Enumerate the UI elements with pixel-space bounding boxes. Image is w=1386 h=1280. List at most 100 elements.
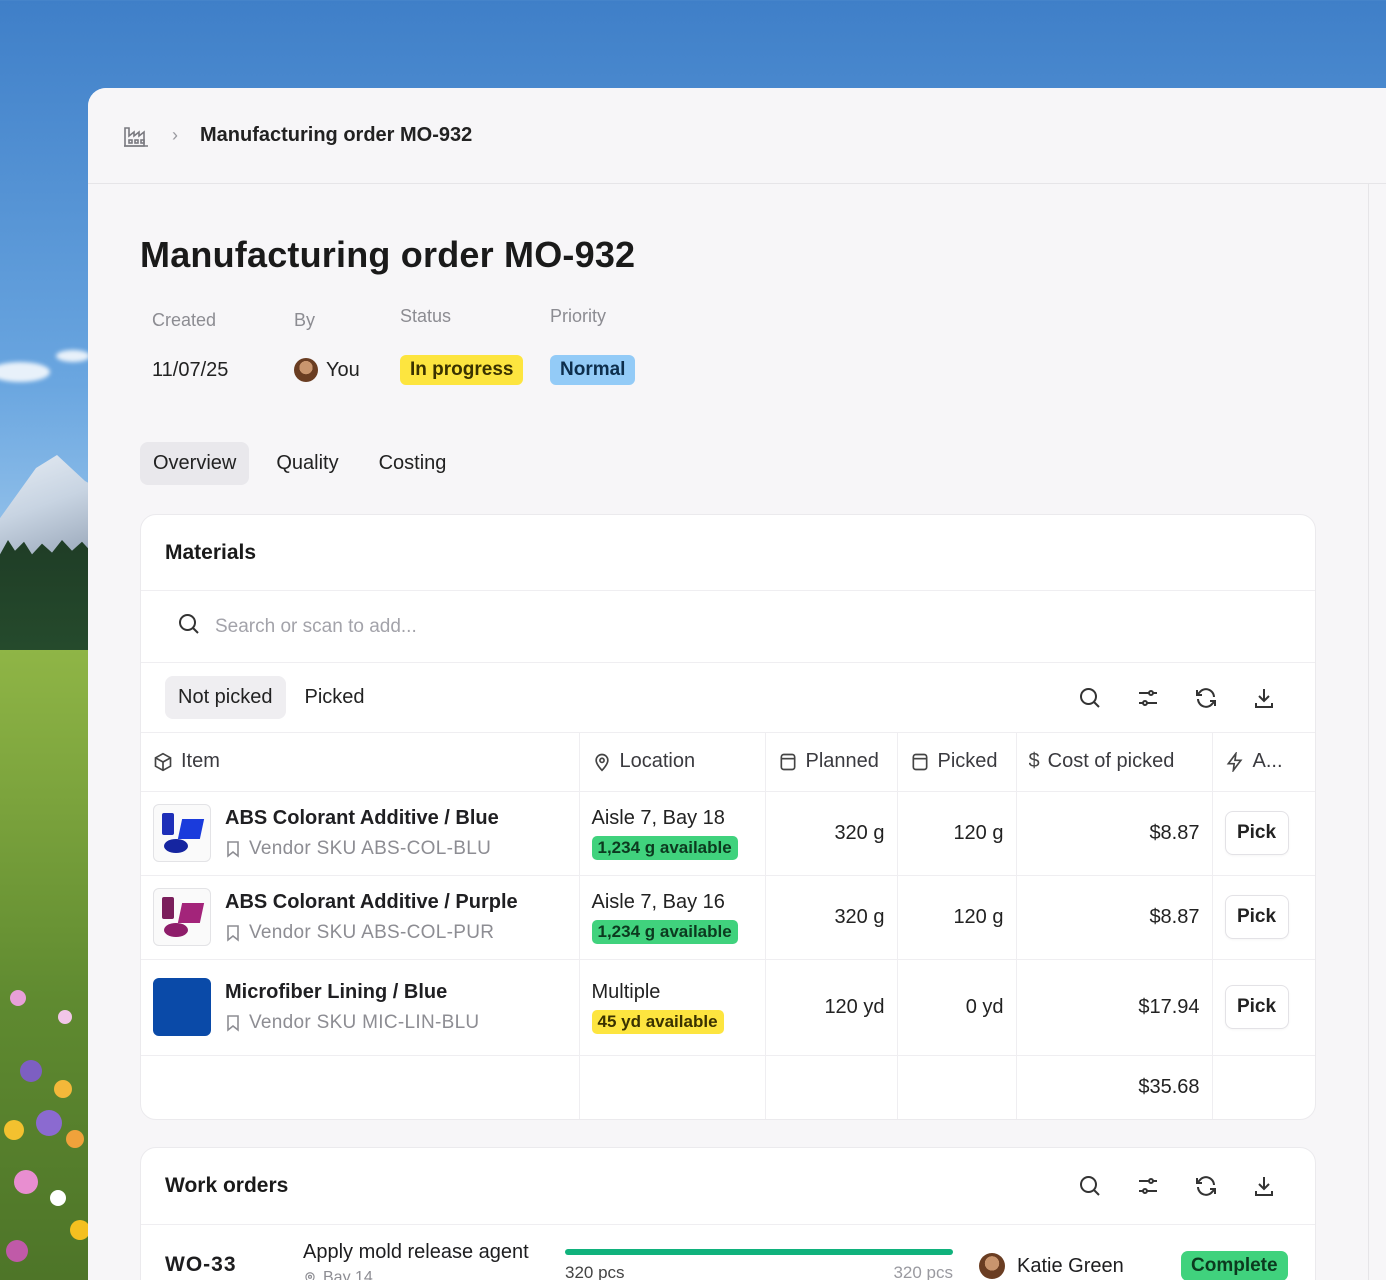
dollar-icon: $ [1028, 750, 1040, 773]
by-label: By [294, 310, 316, 330]
picked-qty: 120 g [897, 875, 1017, 960]
app-window: › Manufacturing order MO-932 Manufacturi… [88, 88, 1386, 1280]
priority-label: Priority [550, 306, 607, 326]
filter-picked[interactable]: Picked [292, 676, 378, 719]
col-cost[interactable]: $ Cost of picked [1016, 733, 1213, 792]
meta-status: Status In progress [400, 306, 550, 386]
cost-of-picked: $17.94 [1016, 959, 1213, 1056]
priority-badge[interactable]: Normal [550, 355, 636, 385]
planned-qty: 320 g [765, 875, 898, 960]
search-icon [177, 612, 201, 641]
avatar [979, 1253, 1005, 1279]
search-input[interactable]: Search or scan to add... [215, 616, 417, 638]
breadcrumb-current: Manufacturing order MO-932 [200, 124, 473, 146]
filter-sliders-icon[interactable] [1119, 678, 1177, 718]
availability-badge: 1,234 g available [591, 835, 738, 860]
tab-bar: Overview Quality Costing [140, 442, 473, 485]
work-order-assignee[interactable]: Katie Green [1017, 1255, 1124, 1278]
progress-fill [565, 1249, 953, 1255]
cylinder-icon [780, 753, 795, 771]
col-item[interactable]: Item [141, 733, 580, 792]
factory-icon[interactable] [122, 122, 150, 150]
work-orders-card: Work orders WO-33 Apply mold release age… [140, 1147, 1316, 1280]
chevron-right-icon: › [172, 125, 178, 145]
col-planned[interactable]: Planned [765, 733, 898, 792]
availability-badge: 45 yd available [591, 1009, 724, 1034]
item-location: Multiple [591, 980, 661, 1003]
item-thumbnail [153, 804, 211, 862]
item-name[interactable]: ABS Colorant Additive / Blue [225, 807, 499, 830]
pick-button[interactable]: Pick [1224, 985, 1289, 1029]
work-order-done: 320 pcs [565, 1263, 625, 1280]
cost-of-picked: $8.87 [1016, 791, 1213, 876]
bookmark-icon [227, 840, 239, 858]
pick-button[interactable]: Pick [1224, 895, 1289, 939]
cylinder-icon [912, 753, 927, 771]
item-sku: Vendor SKU ABS-COL-PUR [249, 921, 495, 943]
work-order-id[interactable]: WO-33 [165, 1253, 237, 1277]
work-order-task: Apply mold release agent [303, 1241, 529, 1263]
item-thumbnail [153, 888, 211, 946]
materials-search[interactable]: Search or scan to add... [141, 591, 1315, 663]
materials-card: Materials Search or scan to add... Not p… [140, 514, 1316, 1120]
tab-overview[interactable]: Overview [140, 442, 250, 485]
col-picked[interactable]: Picked [897, 733, 1017, 792]
item-location: Aisle 7, Bay 18 [591, 806, 725, 829]
cost-of-picked: $8.87 [1016, 875, 1213, 960]
materials-table: Item Location Planned Picked $ Cost of p… [141, 733, 1315, 1119]
table-row[interactable]: ABS Colorant Additive / Blue Vendor SKU … [141, 791, 1315, 876]
lightning-icon [1226, 751, 1242, 772]
planned-qty: 120 yd [765, 959, 898, 1056]
total-cost: $35.68 [1016, 1055, 1213, 1119]
col-location[interactable]: Location [579, 733, 766, 792]
order-meta: Created 11/07/25 By You Status In progre… [152, 306, 670, 386]
materials-toolbar [1061, 663, 1293, 732]
picked-qty: 120 g [897, 791, 1017, 876]
materials-title: Materials [165, 540, 257, 564]
work-order-progress [565, 1249, 953, 1255]
work-order-total: 320 pcs [893, 1263, 953, 1280]
meta-priority: Priority Normal [550, 306, 670, 386]
table-row[interactable]: Microfiber Lining / Blue Vendor SKU MIC-… [141, 959, 1315, 1056]
download-icon[interactable] [1235, 1166, 1293, 1206]
table-total-row: $35.68 [141, 1055, 1315, 1119]
page-title: Manufacturing order MO-932 [140, 234, 636, 275]
created-label: Created [152, 310, 217, 330]
refresh-icon[interactable] [1177, 678, 1235, 718]
search-icon[interactable] [1061, 678, 1119, 718]
filter-sliders-icon[interactable] [1119, 1166, 1177, 1206]
picked-qty: 0 yd [897, 959, 1017, 1056]
by-value: You [326, 358, 360, 381]
avatar [294, 358, 318, 382]
item-thumbnail [153, 978, 211, 1036]
item-sku: Vendor SKU MIC-LIN-BLU [249, 1011, 480, 1033]
work-orders-title: Work orders [165, 1174, 289, 1197]
status-badge[interactable]: In progress [400, 355, 524, 385]
planned-qty: 320 g [765, 791, 898, 876]
breadcrumb: › Manufacturing order MO-932 [88, 88, 1386, 184]
refresh-icon[interactable] [1177, 1166, 1235, 1206]
item-name[interactable]: ABS Colorant Additive / Purple [225, 891, 518, 914]
pick-button[interactable]: Pick [1224, 811, 1289, 855]
filter-not-picked[interactable]: Not picked [165, 676, 286, 719]
tab-quality[interactable]: Quality [263, 442, 351, 485]
item-name[interactable]: Microfiber Lining / Blue [225, 981, 479, 1004]
table-header: Item Location Planned Picked $ Cost of p… [141, 733, 1315, 792]
work-orders-toolbar [1061, 1148, 1293, 1224]
work-order-location: Bay 14 [323, 1269, 373, 1280]
box-icon [154, 752, 172, 772]
table-row[interactable]: ABS Colorant Additive / Purple Vendor SK… [141, 875, 1315, 960]
search-icon[interactable] [1061, 1166, 1119, 1206]
map-pin-icon [305, 1272, 315, 1280]
created-value: 11/07/25 [152, 358, 229, 381]
item-location: Aisle 7, Bay 16 [591, 890, 725, 913]
status-label: Status [400, 306, 452, 326]
panel-divider [1368, 184, 1369, 1280]
tab-costing[interactable]: Costing [366, 442, 460, 485]
meta-by: By You [294, 310, 400, 386]
work-order-row[interactable]: WO-33 Apply mold release agent Bay 14 32… [141, 1224, 1315, 1280]
col-actions[interactable]: A... [1212, 733, 1315, 792]
item-sku: Vendor SKU ABS-COL-BLU [249, 837, 492, 859]
status-badge[interactable]: Complete [1181, 1251, 1288, 1280]
download-icon[interactable] [1235, 678, 1293, 718]
